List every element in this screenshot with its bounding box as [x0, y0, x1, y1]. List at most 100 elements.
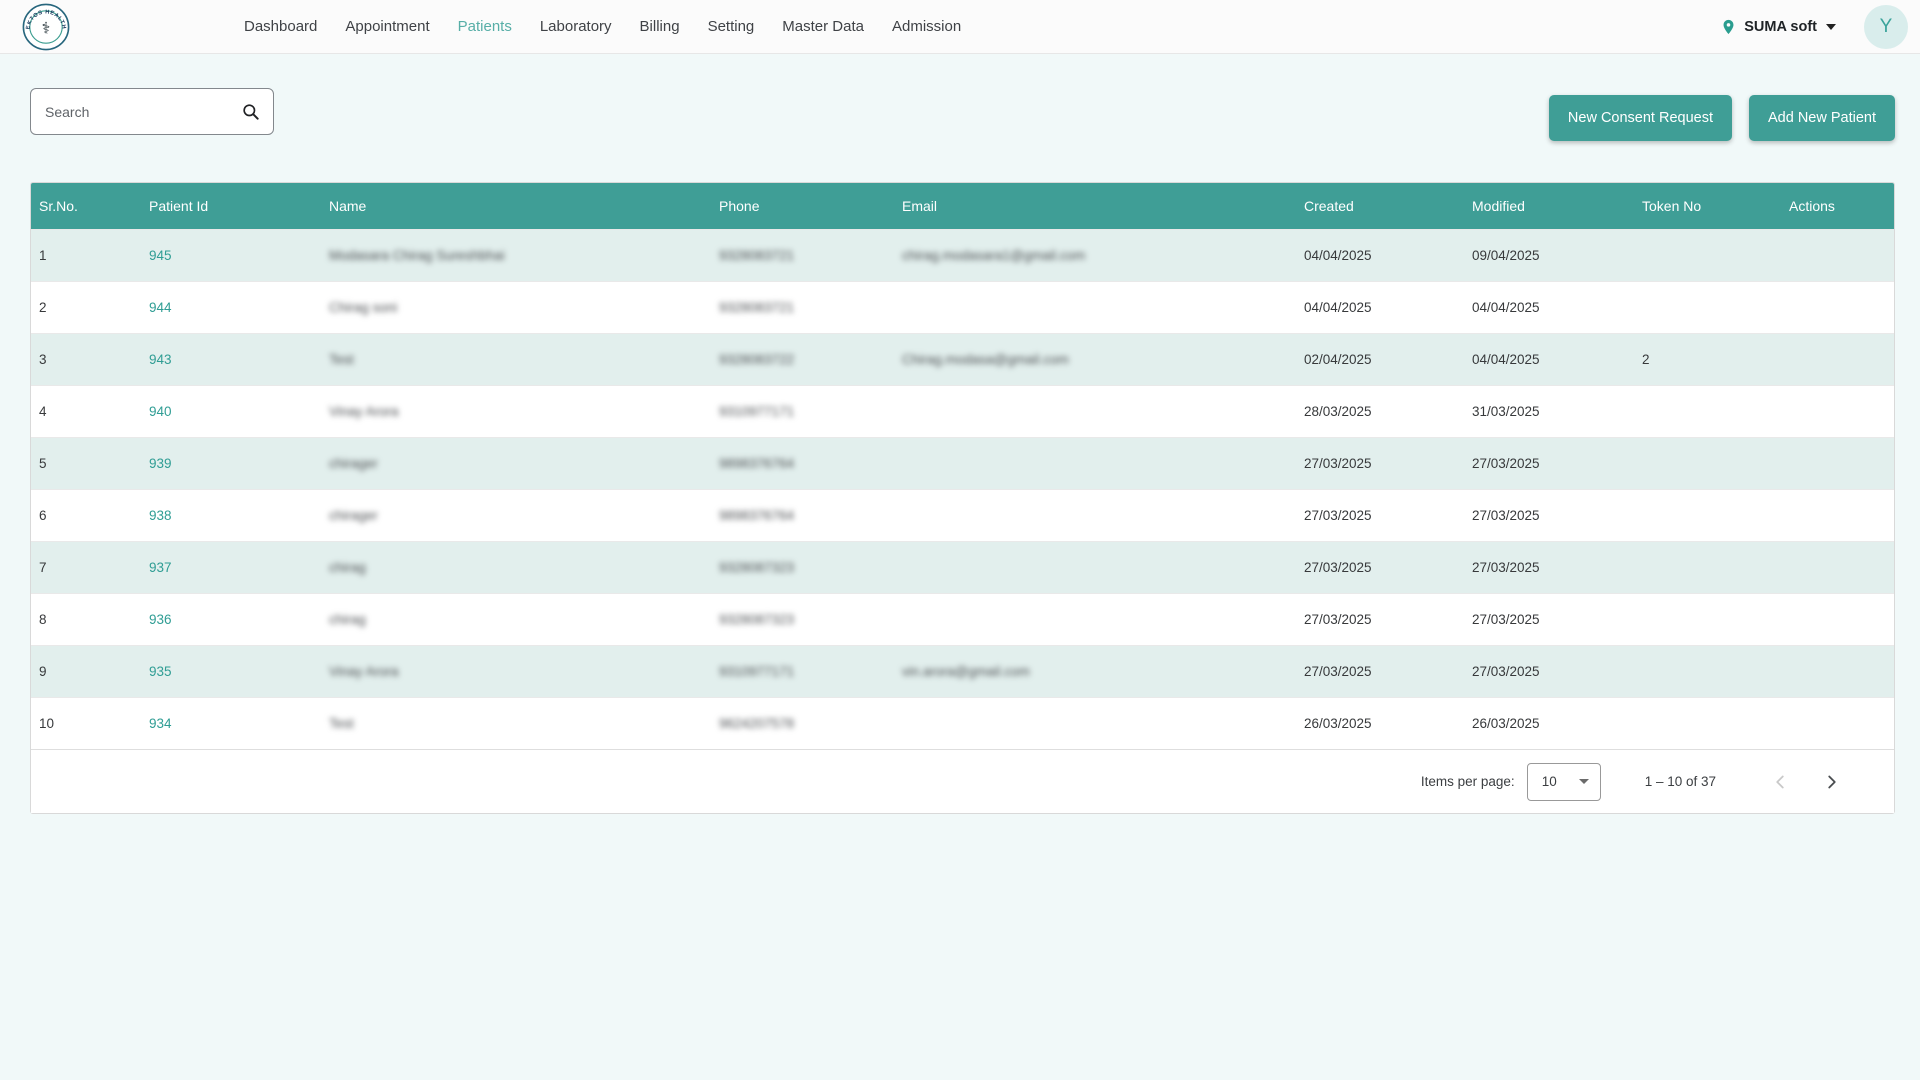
patient-name-cell: Chirag soni [321, 300, 711, 315]
toolbar-buttons: New Consent Request Add New Patient [1549, 95, 1895, 141]
toolbar: New Consent Request Add New Patient [30, 88, 1895, 141]
patient-id-link[interactable]: 934 [149, 716, 172, 731]
email-cell: Chirag.modasa@gmail.com [894, 352, 1296, 367]
created-cell: 27/03/2025 [1296, 612, 1464, 627]
table-row: 8 936 chirag 9328087323 27/03/2025 27/03… [31, 593, 1894, 645]
modified-cell: 27/03/2025 [1464, 456, 1634, 471]
patient-id-link[interactable]: 943 [149, 352, 172, 367]
nav-item-master-data[interactable]: Master Data [768, 0, 878, 54]
modified-cell: 27/03/2025 [1464, 508, 1634, 523]
phone-cell: 9328083722 [711, 352, 894, 367]
nav-item-billing[interactable]: Billing [626, 0, 694, 54]
clinic-logo: EKTOS HEALTH ⚕ [22, 3, 70, 51]
nav-item-appointment[interactable]: Appointment [331, 0, 443, 54]
phone-cell: 9328087323 [711, 612, 894, 627]
organization-selector[interactable]: SUMA soft [1720, 17, 1836, 37]
patient-id-link[interactable]: 935 [149, 664, 172, 679]
srno-cell: 6 [31, 508, 141, 523]
nav-item-admission[interactable]: Admission [878, 0, 975, 54]
patient-name-cell: Vinay Arora [321, 664, 711, 679]
avatar-initial: Y [1880, 16, 1893, 38]
patient-id-link[interactable]: 937 [149, 560, 172, 575]
patient-name-cell: chirager [321, 456, 711, 471]
organization-name: SUMA soft [1744, 19, 1817, 35]
email-cell: vin.arora@gmail.com [894, 664, 1296, 679]
srno-cell: 7 [31, 560, 141, 575]
srno-cell: 8 [31, 612, 141, 627]
table-row: 10 934 Test 9624207578 26/03/2025 26/03/… [31, 697, 1894, 749]
created-cell: 27/03/2025 [1296, 560, 1464, 575]
patient-name-cell: chirag [321, 612, 711, 627]
search-box [30, 88, 274, 135]
nav-item-patients[interactable]: Patients [444, 0, 526, 54]
chevron-left-icon [1769, 771, 1791, 793]
email-cell: chirag.modasara1@gmail.com [894, 248, 1296, 263]
column-header-srno: Sr.No. [31, 198, 141, 214]
column-header-created: Created [1296, 198, 1464, 214]
page-range-label: 1 – 10 of 37 [1645, 774, 1716, 789]
modified-cell: 27/03/2025 [1464, 560, 1634, 575]
srno-cell: 5 [31, 456, 141, 471]
modified-cell: 27/03/2025 [1464, 612, 1634, 627]
column-header-actions: Actions [1781, 198, 1894, 214]
previous-page-button[interactable] [1768, 770, 1792, 794]
table-row: 7 937 chirag 9328087323 27/03/2025 27/03… [31, 541, 1894, 593]
phone-cell: 9898376764 [711, 456, 894, 471]
phone-cell: 9310977171 [711, 404, 894, 419]
chevron-down-icon [1579, 779, 1589, 784]
srno-cell: 3 [31, 352, 141, 367]
srno-cell: 10 [31, 716, 141, 731]
modified-cell: 27/03/2025 [1464, 664, 1634, 679]
patient-name-cell: chirag [321, 560, 711, 575]
patient-id-link[interactable]: 944 [149, 300, 172, 315]
patient-name-cell: Test [321, 716, 711, 731]
created-cell: 04/04/2025 [1296, 300, 1464, 315]
caduceus-logo-icon: EKTOS HEALTH ⚕ [22, 3, 70, 51]
table-row: 6 938 chirager 9898376764 27/03/2025 27/… [31, 489, 1894, 541]
table-paginator: Items per page: 10 1 – 10 of 37 [31, 749, 1894, 813]
table-row: 2 944 Chirag soni 9328083721 04/04/2025 … [31, 281, 1894, 333]
patient-id-link[interactable]: 938 [149, 508, 172, 523]
patient-name-cell: chirager [321, 508, 711, 523]
search-icon [241, 102, 261, 122]
token-cell: 2 [1634, 352, 1781, 367]
patients-table: Sr.No. Patient Id Name Phone Email Creat… [30, 182, 1895, 814]
patient-id-link[interactable]: 945 [149, 248, 172, 263]
caduceus-glyph: ⚕ [42, 20, 51, 37]
column-header-name: Name [321, 198, 711, 214]
nav-item-setting[interactable]: Setting [694, 0, 769, 54]
created-cell: 27/03/2025 [1296, 508, 1464, 523]
created-cell: 04/04/2025 [1296, 248, 1464, 263]
srno-cell: 4 [31, 404, 141, 419]
column-header-modified: Modified [1464, 198, 1634, 214]
modified-cell: 04/04/2025 [1464, 300, 1634, 315]
phone-cell: 9328083721 [711, 248, 894, 263]
srno-cell: 2 [31, 300, 141, 315]
search-input[interactable] [45, 104, 241, 120]
nav-item-laboratory[interactable]: Laboratory [526, 0, 626, 54]
srno-cell: 1 [31, 248, 141, 263]
location-pin-icon [1720, 17, 1737, 37]
patient-id-link[interactable]: 939 [149, 456, 172, 471]
add-new-patient-button[interactable]: Add New Patient [1749, 95, 1895, 141]
next-page-button[interactable] [1820, 770, 1844, 794]
modified-cell: 04/04/2025 [1464, 352, 1634, 367]
table-row: 4 940 Vinay Arora 9310977171 28/03/2025 … [31, 385, 1894, 437]
column-header-email: Email [894, 198, 1296, 214]
topbar-right: SUMA soft Y [1720, 5, 1908, 49]
table-row: 3 943 Test 9328083722 Chirag.modasa@gmai… [31, 333, 1894, 385]
table-header-row: Sr.No. Patient Id Name Phone Email Creat… [31, 183, 1894, 229]
page-size-select[interactable]: 10 [1527, 763, 1601, 801]
patient-name-cell: Test [321, 352, 711, 367]
patient-id-link[interactable]: 940 [149, 404, 172, 419]
patients-page: New Consent Request Add New Patient Sr.N… [0, 88, 1920, 814]
created-cell: 27/03/2025 [1296, 456, 1464, 471]
patient-id-link[interactable]: 936 [149, 612, 172, 627]
user-avatar[interactable]: Y [1864, 5, 1908, 49]
created-cell: 28/03/2025 [1296, 404, 1464, 419]
nav-item-dashboard[interactable]: Dashboard [230, 0, 331, 54]
phone-cell: 9898376764 [711, 508, 894, 523]
new-consent-request-button[interactable]: New Consent Request [1549, 95, 1732, 141]
column-header-phone: Phone [711, 198, 894, 214]
main-nav: Dashboard Appointment Patients Laborator… [230, 0, 975, 54]
